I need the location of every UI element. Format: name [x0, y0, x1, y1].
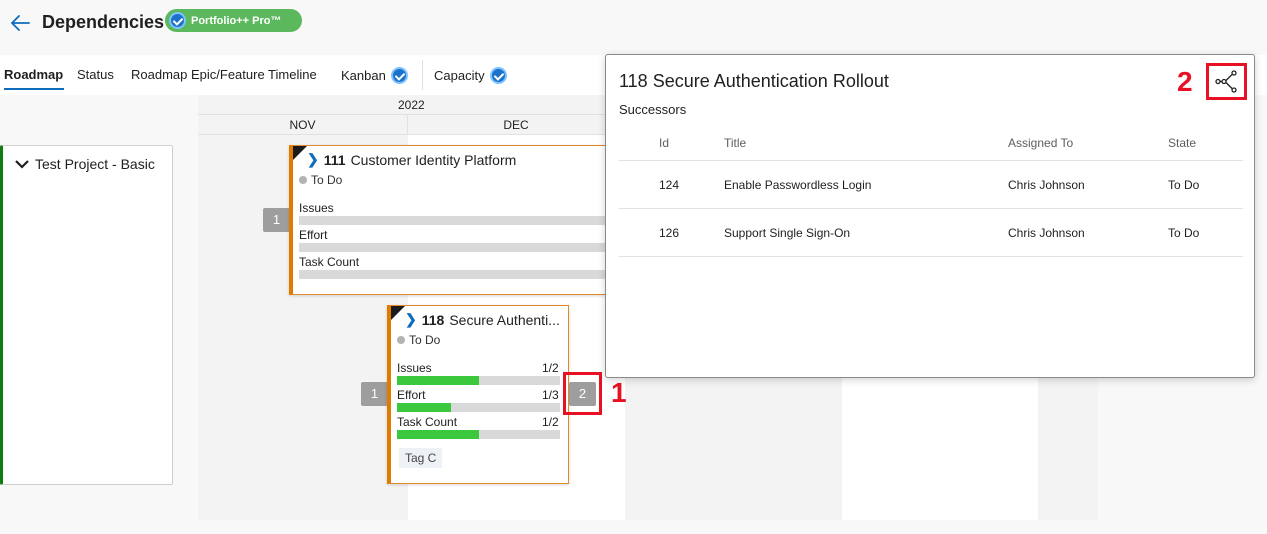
project-row: Test Project - Basic	[0, 145, 173, 485]
predecessor-count-badge[interactable]: 1	[263, 208, 290, 232]
card-id: 118	[421, 311, 445, 328]
tab-roadmap-timeline[interactable]: Roadmap Epic/Feature Timeline	[131, 67, 317, 82]
progress-fill	[397, 403, 452, 412]
card-corner-marker	[293, 146, 307, 160]
metric-value: 1/2	[542, 415, 559, 429]
cell-id: 126	[659, 225, 680, 240]
card-title-text: Customer Identity Platform	[350, 151, 517, 168]
chevron-right-icon[interactable]: ❯	[405, 311, 417, 328]
verified-icon	[489, 67, 507, 84]
card-title[interactable]: ❯ 111 Customer Identity Platform	[307, 151, 516, 168]
work-item-card-111[interactable]: ❯ 111 Customer Identity Platform To Do I…	[289, 145, 619, 295]
table-row[interactable]: 124 Enable Passwordless Login Chris John…	[619, 161, 1243, 209]
cell-state: To Do	[1168, 177, 1200, 192]
table-header-row: Id Title Assigned To State	[619, 125, 1243, 161]
annotation-highlight-box	[563, 372, 602, 415]
state-dot-icon	[299, 176, 307, 184]
successors-table: Id Title Assigned To State 124 Enable Pa…	[619, 125, 1243, 257]
progress-bar	[397, 403, 560, 412]
progress-fill	[397, 430, 479, 439]
progress-bar	[299, 270, 619, 279]
pro-badge: Portfolio++ Pro™	[165, 9, 302, 32]
chevron-right-icon[interactable]: ❯	[307, 151, 319, 168]
metric-label: Issues	[299, 201, 334, 215]
back-arrow-icon[interactable]	[9, 12, 31, 34]
panel-title: 118 Secure Authentication Rollout	[619, 71, 889, 91]
cell-state: To Do	[1168, 225, 1200, 240]
card-title-text: Secure Authenti...	[449, 311, 560, 328]
metric-label: Effort	[397, 388, 426, 402]
column-header-state[interactable]: State	[1168, 136, 1196, 150]
tab-divider	[422, 60, 423, 90]
pro-badge-label: Portfolio++ Pro™	[191, 14, 282, 27]
annotation-callout-2: 2	[1177, 66, 1193, 97]
progress-bar	[299, 243, 619, 252]
card-state: To Do	[299, 173, 342, 187]
metric-label: Effort	[299, 228, 328, 242]
panel-subtitle: Successors	[619, 102, 687, 117]
card-corner-marker	[391, 306, 405, 320]
cell-id: 124	[659, 177, 680, 192]
column-header-title[interactable]: Title	[724, 136, 746, 150]
progress-bar	[397, 376, 560, 385]
successors-panel: 118 Secure Authentication Rollout Succes…	[605, 54, 1255, 378]
verified-icon	[390, 67, 408, 84]
tab-kanban[interactable]: Kanban	[341, 67, 408, 84]
tab-label: Kanban	[341, 68, 386, 83]
tag-chip[interactable]: Tag C	[399, 448, 443, 468]
verified-icon	[169, 12, 186, 29]
progress-fill	[397, 376, 479, 385]
metric-label: Task Count	[397, 415, 458, 429]
tab-status[interactable]: Status	[77, 67, 114, 82]
tab-roadmap[interactable]: Roadmap	[4, 67, 63, 82]
dependency-graph-icon[interactable]	[1209, 66, 1244, 97]
progress-bar	[299, 216, 619, 225]
metric-value: 1/2	[542, 361, 559, 375]
page-title: Dependencies	[42, 12, 165, 32]
metric-label: Task Count	[299, 255, 360, 269]
tab-label: Capacity	[434, 68, 485, 83]
tab-capacity[interactable]: Capacity	[434, 67, 507, 84]
project-header[interactable]: Test Project - Basic	[15, 156, 155, 172]
month-dec: DEC	[408, 115, 625, 135]
work-item-card-118[interactable]: ❯ 118 Secure Authenti... To Do Issues 1/…	[387, 305, 569, 484]
annotation-callout-1: 1	[611, 377, 627, 408]
card-title[interactable]: ❯ 118 Secure Authenti...	[405, 311, 560, 328]
metric-value: 1/3	[542, 388, 559, 402]
state-label: To Do	[311, 173, 343, 187]
state-dot-icon	[397, 336, 405, 344]
cell-title[interactable]: Enable Passwordless Login	[724, 178, 871, 192]
tab-label: Roadmap	[4, 67, 64, 82]
active-tab-indicator	[4, 88, 64, 90]
year-label: 2022	[398, 98, 425, 112]
project-name: Test Project - Basic	[35, 156, 155, 172]
tab-label: Status	[77, 67, 114, 82]
dependency-graph-button[interactable]	[1206, 63, 1247, 100]
card-id: 111	[323, 151, 346, 168]
chevron-down-icon[interactable]	[15, 159, 29, 169]
page-header: Dependencies Portfolio++ Pro™	[0, 0, 1267, 55]
month-nov: NOV	[198, 115, 408, 135]
metric-label: Issues	[397, 361, 432, 375]
predecessor-count-badge[interactable]: 1	[361, 382, 388, 406]
column-header-id[interactable]: Id	[659, 136, 669, 150]
cell-assigned: Chris Johnson	[1008, 177, 1085, 192]
table-row[interactable]: 126 Support Single Sign-On Chris Johnson…	[619, 209, 1243, 257]
tab-label: Roadmap Epic/Feature Timeline	[131, 67, 317, 82]
column-header-assigned[interactable]: Assigned To	[1008, 136, 1073, 150]
state-label: To Do	[409, 333, 441, 347]
card-state: To Do	[397, 333, 440, 347]
cell-title[interactable]: Support Single Sign-On	[724, 226, 850, 240]
progress-bar	[397, 430, 560, 439]
cell-assigned: Chris Johnson	[1008, 225, 1085, 240]
